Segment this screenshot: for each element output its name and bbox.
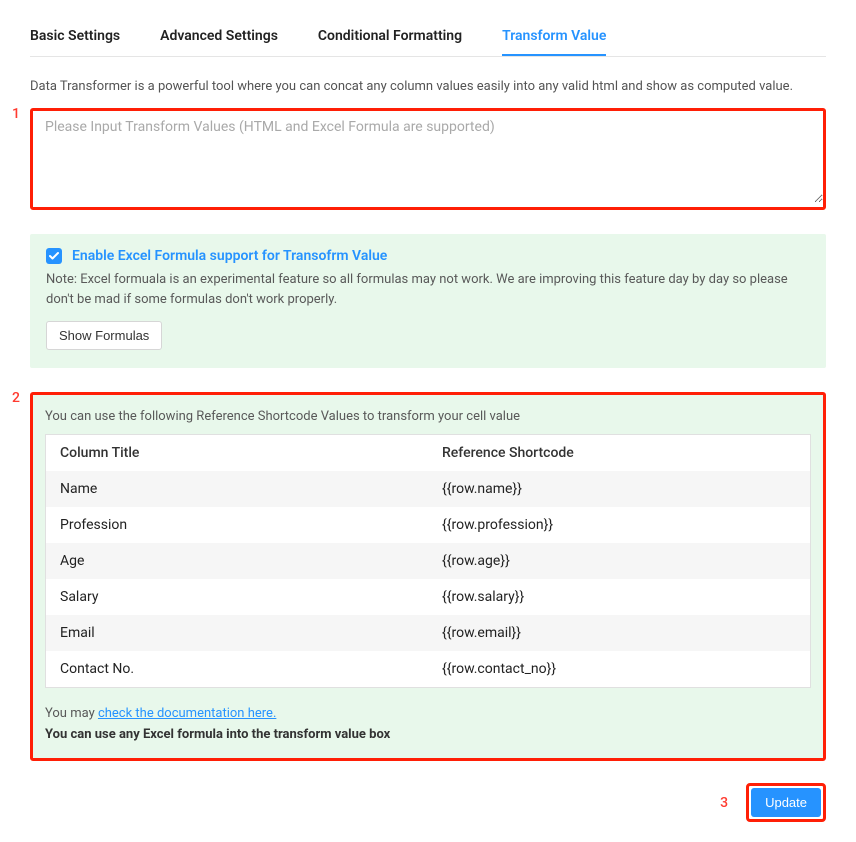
enable-excel-formula-checkbox[interactable]	[46, 248, 62, 264]
check-icon	[48, 250, 60, 262]
transform-value-input[interactable]	[33, 111, 823, 203]
cell-column-title: Contact No.	[46, 651, 429, 688]
tab-basic-settings[interactable]: Basic Settings	[30, 20, 120, 56]
update-button[interactable]: Update	[751, 788, 821, 817]
show-formulas-button[interactable]: Show Formulas	[46, 321, 162, 350]
cell-reference-shortcode: {{row.contact_no}}	[428, 651, 811, 688]
enable-excel-formula-label[interactable]: Enable Excel Formula support for Transof…	[72, 248, 387, 264]
table-row: Salary{{row.salary}}	[46, 579, 811, 615]
table-row: Contact No.{{row.contact_no}}	[46, 651, 811, 688]
cell-column-title: Email	[46, 615, 429, 651]
table-row: Email{{row.email}}	[46, 615, 811, 651]
cell-reference-shortcode: {{row.name}}	[428, 471, 811, 507]
cell-column-title: Name	[46, 471, 429, 507]
tab-transform-value[interactable]: Transform Value	[502, 20, 606, 56]
cell-column-title: Age	[46, 543, 429, 579]
cell-column-title: Salary	[46, 579, 429, 615]
cell-reference-shortcode: {{row.profession}}	[428, 507, 811, 543]
cell-reference-shortcode: {{row.age}}	[428, 543, 811, 579]
reference-table: Column Title Reference Shortcode Name{{r…	[45, 434, 811, 688]
annotation-marker-3: 3	[720, 795, 728, 811]
intro-text: Data Transformer is a powerful tool wher…	[30, 79, 826, 94]
documentation-line: You may check the documentation here.	[45, 706, 811, 721]
excel-formula-panel: Enable Excel Formula support for Transof…	[30, 234, 826, 368]
cell-reference-shortcode: {{row.salary}}	[428, 579, 811, 615]
col-header-shortcode: Reference Shortcode	[428, 435, 811, 472]
table-row: Name{{row.name}}	[46, 471, 811, 507]
doc-prefix: You may	[45, 706, 98, 721]
cell-column-title: Profession	[46, 507, 429, 543]
table-row: Age{{row.age}}	[46, 543, 811, 579]
annotation-marker-2: 2	[12, 390, 20, 406]
excel-formula-note: Note: Excel formuala is an experimental …	[46, 270, 810, 309]
annotation-marker-1: 1	[12, 106, 20, 122]
tab-conditional-formatting[interactable]: Conditional Formatting	[318, 20, 462, 56]
reference-panel: You can use the following Reference Shor…	[33, 395, 823, 758]
cell-reference-shortcode: {{row.email}}	[428, 615, 811, 651]
table-row: Profession{{row.profession}}	[46, 507, 811, 543]
col-header-title: Column Title	[46, 435, 429, 472]
documentation-link[interactable]: check the documentation here.	[98, 706, 276, 721]
formula-usage-note: You can use any Excel formula into the t…	[45, 727, 811, 742]
reference-intro: You can use the following Reference Shor…	[45, 409, 811, 424]
tab-advanced-settings[interactable]: Advanced Settings	[160, 20, 278, 56]
tab-bar: Basic Settings Advanced Settings Conditi…	[30, 20, 826, 57]
